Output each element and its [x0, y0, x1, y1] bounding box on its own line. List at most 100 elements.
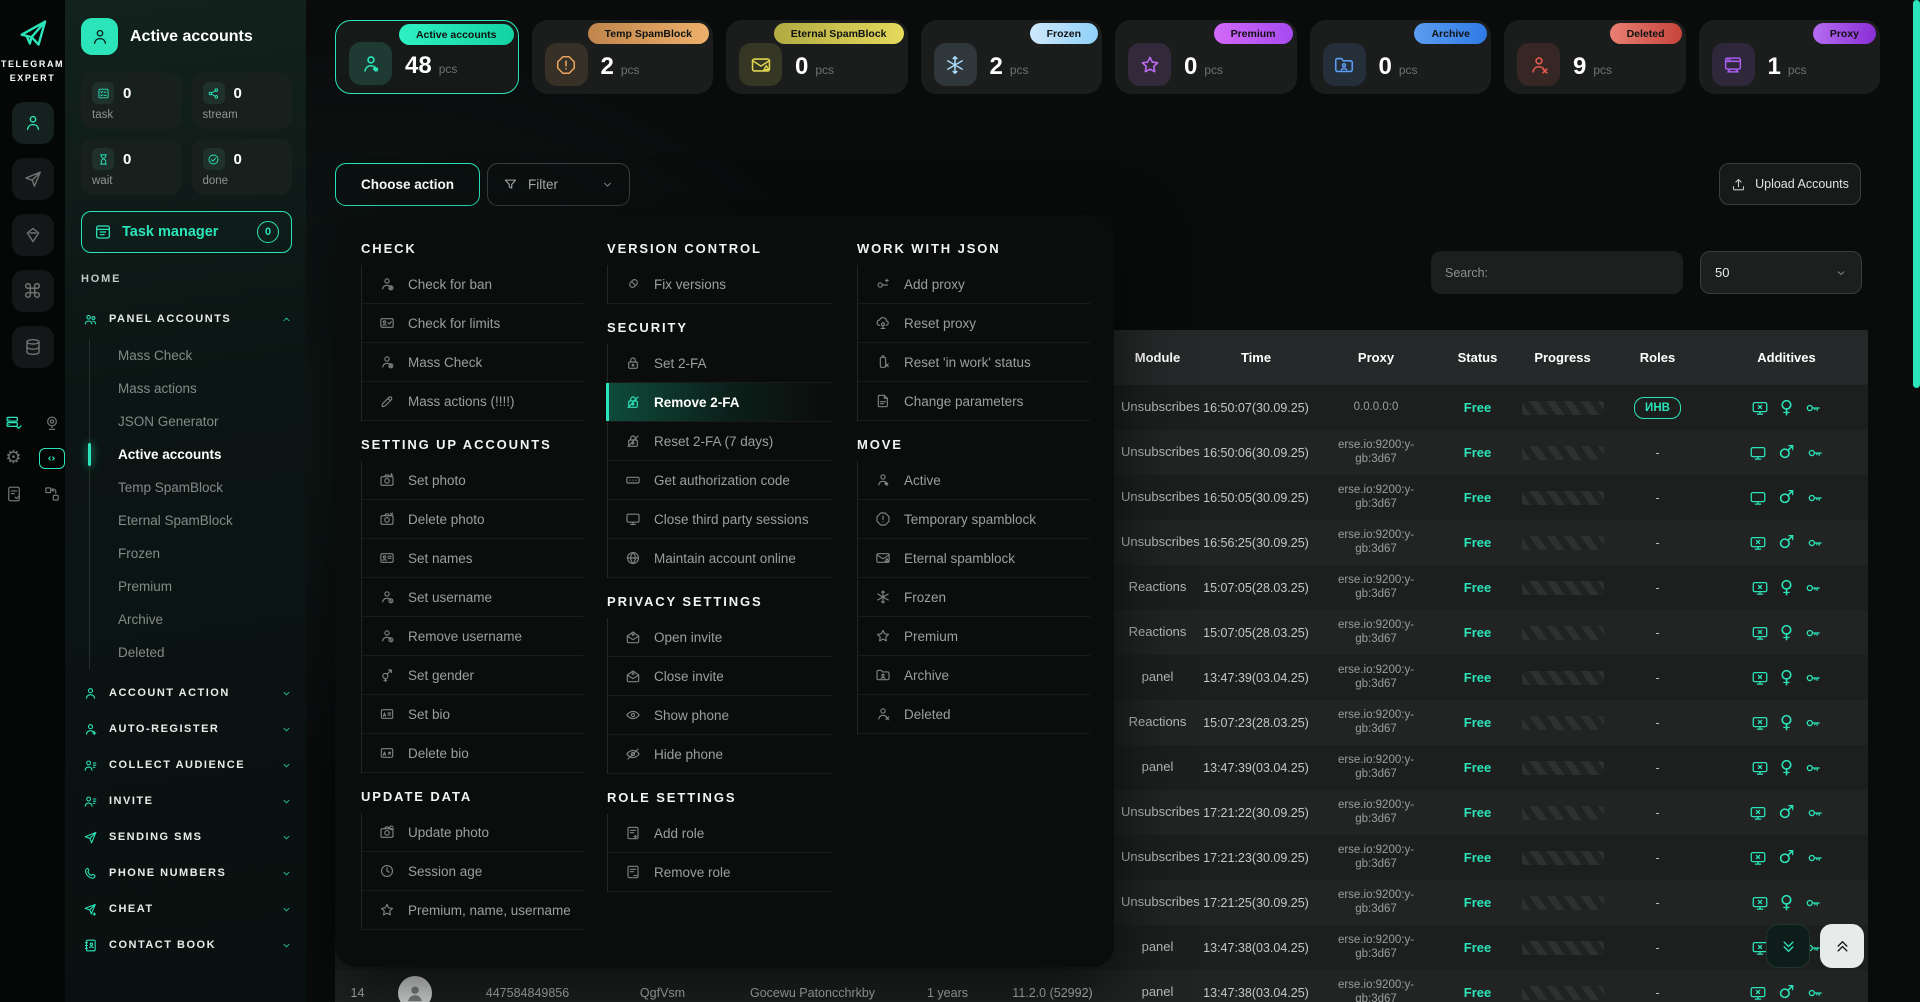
menu-item-remove-2-fa[interactable]: Remove 2-FA — [608, 383, 833, 422]
table-row[interactable]: 14447584849856QgfVsmGocewu Patoncchrkby1… — [335, 970, 1868, 1002]
additives: ♂ — [1705, 802, 1868, 823]
menu-item-change-parameters[interactable]: Change parameters — [858, 382, 1090, 421]
rail-mini-gear[interactable]: ⚙ — [1, 448, 27, 469]
status-card-frozen[interactable]: Frozen2pcs — [921, 20, 1103, 94]
task-manager-button[interactable]: Task manager 0 — [81, 211, 292, 253]
menu-item-set-username[interactable]: Set username — [362, 578, 583, 617]
rail-item-database[interactable] — [12, 326, 54, 368]
menu-item-reset-2-fa-7-days[interactable]: Reset 2-FA (7 days) — [608, 422, 833, 461]
menu-item-close-third-party-sessions[interactable]: Close third party sessions — [608, 500, 833, 539]
sidebar-section-invite[interactable]: INVITE — [81, 783, 292, 819]
menu-item-reset-proxy[interactable]: Reset proxy — [858, 304, 1090, 343]
sidebar-section-account-action[interactable]: ACCOUNT ACTION — [81, 675, 292, 711]
table-cell-roles: - — [1610, 580, 1705, 595]
rail-item-paper-plane[interactable] — [12, 158, 54, 200]
status-card-deleted[interactable]: Deleted9pcs — [1504, 20, 1686, 94]
table-cell-time: 13:47:38(03.04.25) — [1200, 986, 1312, 1000]
menu-item-open-invite[interactable]: Open invite — [608, 618, 833, 657]
menu-item-maintain-account-online[interactable]: Maintain account online — [608, 539, 833, 578]
sidebar-item-deleted[interactable]: Deleted — [90, 636, 292, 669]
status-card-temp-spamblock[interactable]: Temp SpamBlock2pcs — [532, 20, 714, 94]
rail-item-person[interactable] — [12, 102, 54, 144]
menu-item-remove-username[interactable]: Remove username — [362, 617, 583, 656]
choose-action-button[interactable]: Choose action — [335, 163, 480, 206]
menu-item-deleted[interactable]: Deleted — [858, 695, 1090, 734]
sidebar-section-panel-accounts[interactable]: PANEL ACCOUNTS — [81, 301, 292, 337]
sidebar-section-sending-sms[interactable]: SENDING SMS — [81, 819, 292, 855]
rail-item-diamond[interactable] — [12, 214, 54, 256]
status-card-proxy[interactable]: Proxy1pcs — [1699, 20, 1881, 94]
menu-item-set-names[interactable]: Set names — [362, 539, 583, 578]
menu-item-close-invite[interactable]: Close invite — [608, 657, 833, 696]
status-card-premium[interactable]: Premium0pcs — [1115, 20, 1297, 94]
menu-item-delete-bio[interactable]: Delete bio — [362, 734, 583, 773]
menu-item-check-for-limits[interactable]: Check for limits — [362, 304, 583, 343]
status-card-eternal-spamblock[interactable]: Eternal SpamBlock0pcs — [726, 20, 908, 94]
menu-item-archive[interactable]: Archive — [858, 656, 1090, 695]
menu-item-show-phone[interactable]: Show phone — [608, 696, 833, 735]
menu-item-mass-actions[interactable]: Mass actions (!!!!) — [362, 382, 583, 421]
rail-mini-doc-check[interactable] — [1, 485, 27, 503]
menu-item-mass-check[interactable]: Mass Check — [362, 343, 583, 382]
rail-mini-webcam[interactable] — [39, 414, 65, 432]
sidebar-item-active-accounts[interactable]: Active accounts — [90, 438, 292, 471]
table-cell-progress — [1515, 896, 1610, 910]
sidebar-item-premium[interactable]: Premium — [90, 570, 292, 603]
rail-mini-code-window[interactable] — [39, 448, 65, 469]
search-input[interactable] — [1431, 251, 1683, 294]
menu-item-reset-in-work-status[interactable]: Reset 'in work' status — [858, 343, 1090, 382]
status-card-archive[interactable]: Archive0pcs — [1310, 20, 1492, 94]
menu-item-get-authorization-code[interactable]: Get authorization code — [608, 461, 833, 500]
rail-mini-server-check[interactable] — [1, 414, 27, 432]
menu-item-label: Premium — [904, 629, 958, 644]
sidebar-section-contact-book[interactable]: CONTACT BOOK — [81, 927, 292, 963]
upload-accounts-button[interactable]: Upload Accounts — [1719, 163, 1861, 205]
menu-item-temporary-spamblock[interactable]: Temporary spamblock — [858, 500, 1090, 539]
menu-item-hide-phone[interactable]: Hide phone — [608, 735, 833, 774]
sidebar-section-collect-audience[interactable]: COLLECT AUDIENCE — [81, 747, 292, 783]
sidebar-section-auto-register[interactable]: AUTO-REGISTER — [81, 711, 292, 747]
menu-item-delete-photo[interactable]: Delete photo — [362, 500, 583, 539]
menu-item-eternal-spamblock[interactable]: Eternal spamblock — [858, 539, 1090, 578]
menu-item-set-photo[interactable]: Set photo — [362, 461, 583, 500]
menu-group: Open inviteClose inviteShow phoneHide ph… — [607, 618, 857, 774]
actions-menu-panel: CHECKCheck for banCheck for limitsMass C… — [335, 215, 1114, 967]
sidebar-item-eternal-spamblock[interactable]: Eternal SpamBlock — [90, 504, 292, 537]
additives: ♂ — [1705, 847, 1868, 868]
sidebar-item-frozen[interactable]: Frozen — [90, 537, 292, 570]
sidebar-item-mass-check[interactable]: Mass Check — [90, 339, 292, 372]
menu-item-fix-versions[interactable]: Fix versions — [608, 265, 833, 304]
menu-item-premium[interactable]: Premium — [858, 617, 1090, 656]
menu-item-add-role[interactable]: Add role — [608, 814, 833, 853]
menu-item-set-gender[interactable]: Set gender — [362, 656, 583, 695]
menu-item-update-photo[interactable]: Update photo — [362, 813, 583, 852]
sidebar-item-home[interactable]: HOME — [81, 273, 292, 285]
menu-item-check-for-ban[interactable]: Check for ban — [362, 265, 583, 304]
menu-item-premium-name-username[interactable]: Premium, name, username — [362, 891, 583, 930]
menu-item-session-age[interactable]: Session age — [362, 852, 583, 891]
menu-item-remove-role[interactable]: Remove role — [608, 853, 833, 892]
table-cell-module: Reactions — [1115, 625, 1200, 640]
status-card-active-accounts[interactable]: Active accounts48pcs — [335, 20, 519, 94]
panel-accounts-label: PANEL ACCOUNTS — [109, 313, 231, 325]
sidebar-section-phone-numbers[interactable]: PHONE NUMBERS — [81, 855, 292, 891]
monitor-x-icon — [1751, 579, 1769, 597]
sidebar-item-json-generator[interactable]: JSON Generator — [90, 405, 292, 438]
scroll-to-top-button[interactable] — [1820, 924, 1864, 968]
menu-item-frozen[interactable]: Frozen — [858, 578, 1090, 617]
rail-item-command[interactable]: ⌘ — [12, 270, 54, 312]
filter-dropdown[interactable]: Filter — [487, 163, 630, 206]
menu-item-add-proxy[interactable]: Add proxy — [858, 265, 1090, 304]
database-icon — [23, 337, 43, 357]
menu-item-set-bio[interactable]: Set bio — [362, 695, 583, 734]
scroll-to-bottom-button[interactable] — [1766, 924, 1810, 968]
page-size-select[interactable]: 50 — [1700, 251, 1862, 294]
sidebar-item-mass-actions[interactable]: Mass actions — [90, 372, 292, 405]
menu-item-set-2-fa[interactable]: Set 2-FA — [608, 344, 833, 383]
page-scrollbar-thumb[interactable] — [1913, 0, 1920, 388]
sidebar-item-temp-spamblock[interactable]: Temp SpamBlock — [90, 471, 292, 504]
sidebar-section-cheat[interactable]: CHEAT — [81, 891, 292, 927]
menu-item-active[interactable]: Active — [858, 461, 1090, 500]
rail-mini-split[interactable] — [39, 485, 65, 503]
sidebar-item-archive[interactable]: Archive — [90, 603, 292, 636]
